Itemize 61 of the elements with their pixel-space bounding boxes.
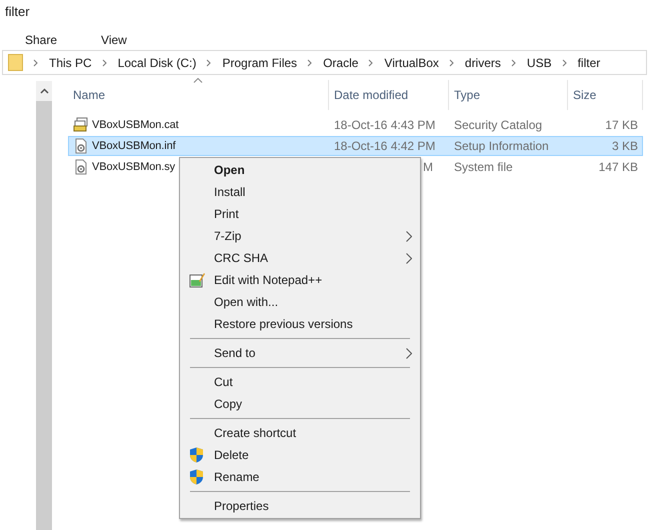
file-name[interactable]: VBoxUSBMon.cat [92,116,179,134]
menu-item[interactable]: Delete [180,444,420,466]
file-date: 18-Oct-16 4:43 PM [333,117,436,134]
menu-item[interactable]: Print [180,203,420,225]
scrollbar[interactable] [36,81,52,530]
breadcrumb-item[interactable]: Program Files [222,54,298,72]
chevron-icon [206,58,212,66]
file-name[interactable]: VBoxUSBMon.sy [92,158,176,176]
breadcrumb-item[interactable]: USB [526,54,552,72]
shield-icon [189,447,204,463]
file-size: 147 KB [598,159,639,176]
chevron-icon [448,58,455,66]
menu-item[interactable]: Send to [180,342,420,364]
menu-item[interactable]: Edit with Notepad++ [180,269,420,291]
file-name: VBoxUSBMon.inf [92,138,176,154]
menu-item[interactable]: Properties [180,495,420,517]
chevron-icon [102,58,108,66]
breadcrumb-item[interactable]: VirtualBox [384,54,439,72]
menu-item[interactable]: Create shortcut [180,422,420,444]
column-header[interactable]: Size [568,80,643,110]
scroll-stack-icon [73,117,89,133]
ribbon-tab[interactable]: Share [25,31,58,49]
chevron-icon [510,58,517,66]
file-type: Security Catalog [453,117,544,134]
chevron-icon [562,58,568,66]
menu-item[interactable]: Cut [180,371,420,393]
menu-item[interactable]: 7-Zip [180,225,420,247]
chevron-icon [368,58,374,66]
breadcrumb-item[interactable]: Local Disk (C:) [118,54,196,72]
gear-file-icon [73,159,89,175]
breadcrumb-item[interactable]: filter [578,54,600,72]
ribbon-tab[interactable]: View [101,31,127,49]
file-type: System file [453,159,514,176]
menu-item[interactable]: CRC SHA [180,247,420,269]
chevron-icon [33,58,39,66]
address-bar[interactable]: This PC Local Disk (C:) Program Files Oracle VirtualBox drivers USB filter [2,50,647,75]
scroll-up-icon[interactable] [40,88,48,94]
breadcrumb-item[interactable]: This PC [49,54,92,72]
breadcrumb-item[interactable]: Oracle [323,54,358,72]
file-size: 3 KB [610,138,639,155]
shield-icon [189,469,204,485]
folder-icon [8,54,23,71]
window-title: filter [5,3,30,21]
file-date: M [422,159,434,176]
column-header[interactable]: Date modified [329,80,449,110]
menu-item[interactable]: Copy [180,393,420,415]
menu-item[interactable]: Restore previous versions [180,313,420,335]
file-date: 18-Oct-16 4:42 PM [333,138,436,155]
column-header[interactable]: Type [449,80,568,110]
breadcrumb-item[interactable]: drivers [464,54,501,72]
notepad-icon [189,272,205,288]
chevron-icon [307,58,314,66]
file-size: 17 KB [604,117,639,134]
menu-item[interactable]: Open [180,159,420,181]
menu-item[interactable]: Rename [180,466,420,488]
gear-file-icon [73,138,89,154]
menu-item[interactable]: Install [180,181,420,203]
column-header[interactable]: Name [68,80,329,110]
menu-item[interactable]: Open with... [180,291,420,313]
file-type: Setup Information [453,138,550,155]
file-row[interactable]: VBoxUSBMon.inf 18-Oct-16 4:42 PM Setup Information 3 KB [68,136,643,156]
